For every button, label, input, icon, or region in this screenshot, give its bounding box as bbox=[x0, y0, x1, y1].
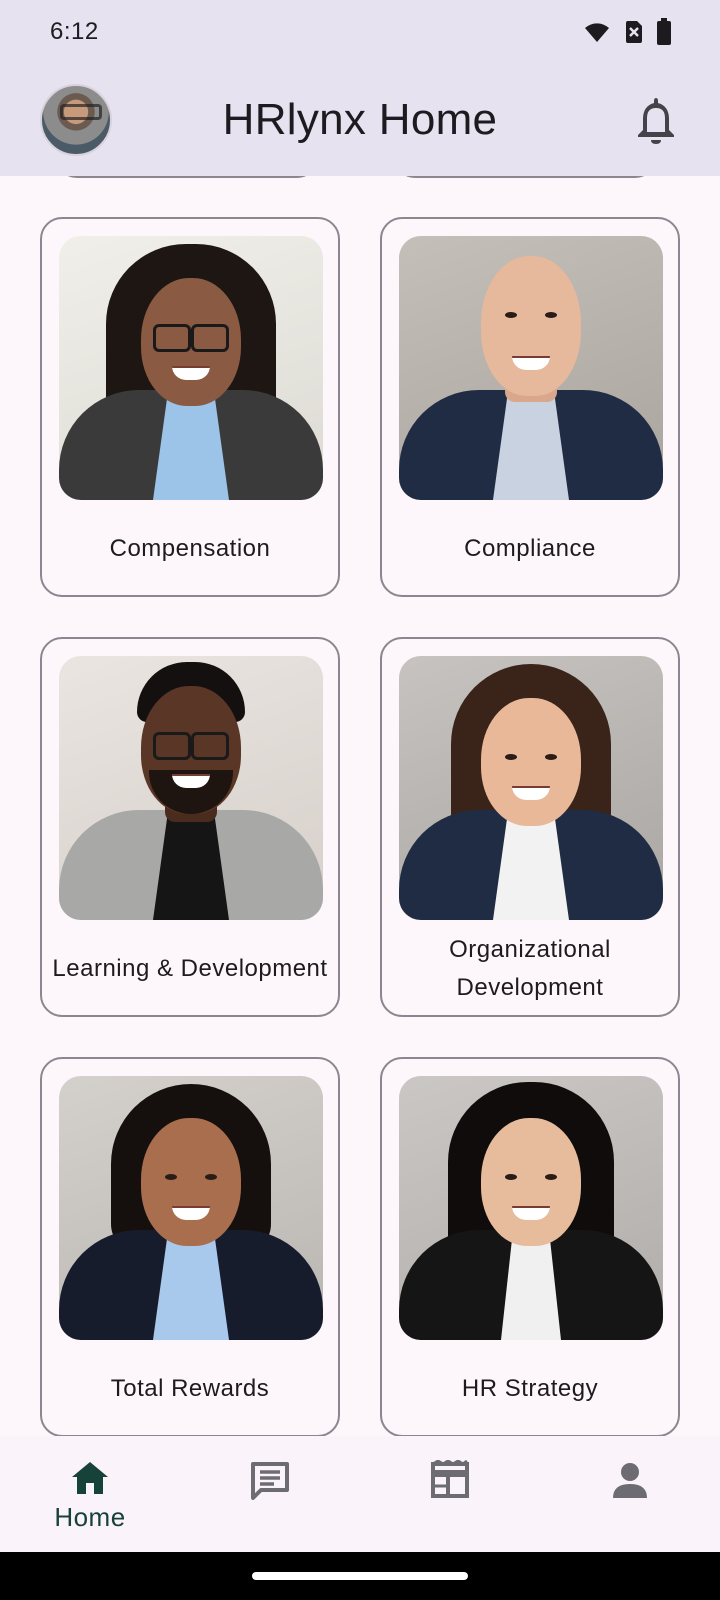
category-card-compensation[interactable]: Compensation bbox=[40, 217, 340, 597]
screen: 6:12 HRlynx Home Compensation Compliance… bbox=[0, 0, 720, 1600]
person-icon bbox=[613, 1463, 647, 1498]
card-label: HR Strategy bbox=[461, 1375, 599, 1402]
portrait-photo bbox=[59, 656, 323, 920]
nav-item-news[interactable] bbox=[390, 1460, 510, 1500]
category-card-learning-development[interactable]: Learning & Development bbox=[40, 637, 340, 1017]
category-card-organizational-development[interactable]: Organizational Development bbox=[380, 637, 680, 1017]
card-label: Compensation bbox=[109, 535, 271, 562]
category-grid: Compensation Compliance Learning & Devel… bbox=[40, 217, 680, 1436]
category-card-hr-strategy[interactable]: HR Strategy bbox=[380, 1057, 680, 1436]
chat-icon bbox=[251, 1462, 289, 1500]
page-title: HRlynx Home bbox=[222, 95, 498, 144]
nav-item-profile[interactable] bbox=[570, 1460, 690, 1500]
status-bar: 6:12 bbox=[0, 0, 720, 64]
nav-item-home[interactable]: Home bbox=[30, 1460, 150, 1533]
portrait-photo bbox=[399, 656, 663, 920]
status-icons bbox=[582, 18, 672, 46]
portrait-photo bbox=[59, 236, 323, 500]
portrait-photo bbox=[399, 236, 663, 500]
portrait-photo bbox=[399, 1076, 663, 1340]
category-card-total-rewards[interactable]: Total Rewards bbox=[40, 1057, 340, 1436]
card-label: Organizational Development bbox=[449, 936, 611, 1001]
profile-avatar[interactable] bbox=[40, 84, 112, 156]
partial-card bbox=[393, 176, 657, 178]
bottom-navigation: Home bbox=[0, 1436, 720, 1552]
nav-item-chat[interactable] bbox=[210, 1460, 330, 1502]
card-label: Total Rewards bbox=[110, 1375, 270, 1402]
top-app-bar: HRlynx Home bbox=[0, 64, 720, 176]
no-sim-icon bbox=[626, 21, 642, 43]
bell-icon[interactable] bbox=[632, 94, 680, 146]
card-label: Learning & Development bbox=[52, 955, 328, 982]
portrait-photo bbox=[59, 1076, 323, 1340]
card-label: Compliance bbox=[464, 535, 596, 562]
system-gesture-bar bbox=[0, 1552, 720, 1600]
wifi-icon bbox=[585, 23, 609, 42]
newspaper-icon bbox=[431, 1460, 469, 1498]
battery-icon bbox=[657, 18, 671, 45]
category-grid-scroll[interactable]: Compensation Compliance Learning & Devel… bbox=[0, 176, 720, 1436]
gesture-handle[interactable] bbox=[252, 1572, 468, 1580]
category-card-compliance[interactable]: Compliance bbox=[380, 217, 680, 597]
partial-card bbox=[55, 176, 319, 178]
home-icon bbox=[72, 1462, 108, 1494]
nav-label-home: Home bbox=[54, 1502, 126, 1532]
status-time: 6:12 bbox=[50, 18, 99, 45]
